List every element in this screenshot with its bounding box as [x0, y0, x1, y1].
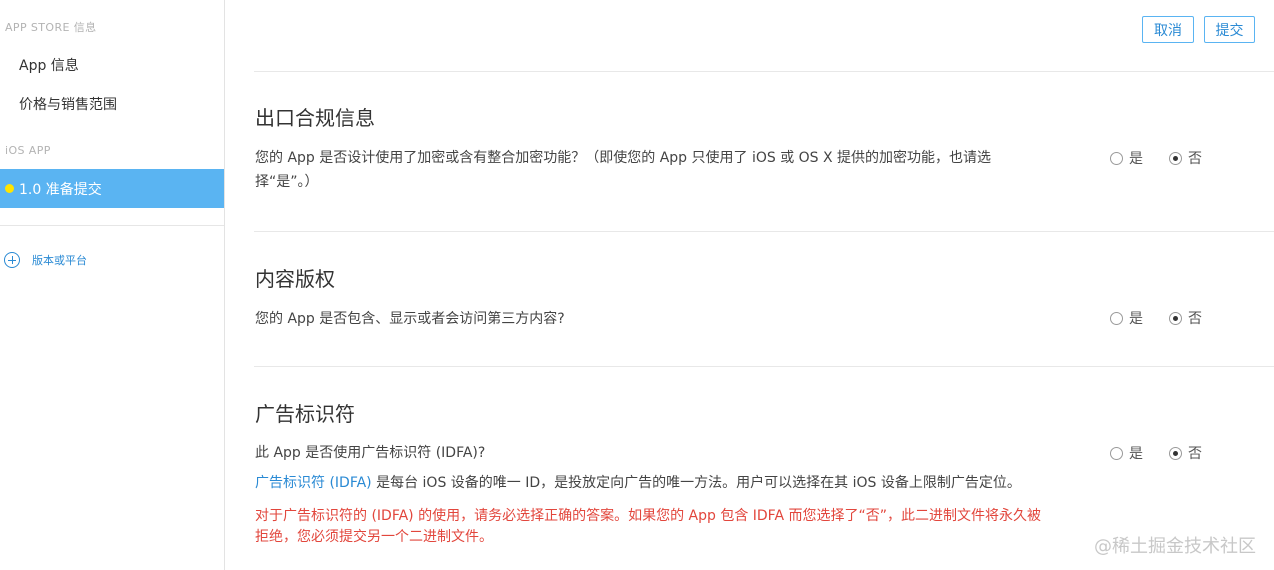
divider [254, 71, 1274, 72]
sidebar-item-pricing[interactable]: 价格与销售范围 [19, 94, 117, 114]
idfa-note: 广告标识符 (IDFA) 是每台 iOS 设备的唯一 ID，是投放定向广告的唯一… [255, 472, 1021, 492]
idfa-note-text: 是每台 iOS 设备的唯一 ID，是投放定向广告的唯一方法。用户可以选择在其 i… [371, 475, 1021, 491]
sidebar-heading-app-store: APP STORE 信息 [5, 21, 97, 34]
content-question: 您的 App 是否包含、显示或者会访问第三方内容? [255, 311, 565, 327]
export-no-label: 否 [1188, 151, 1202, 167]
submit-button[interactable]: 提交 [1204, 16, 1255, 43]
divider [254, 231, 1274, 232]
export-question: 您的 App 是否设计使用了加密或含有整合加密功能？（即使您的 App 只使用了… [255, 146, 991, 194]
idfa-warning: 对于广告标识符的 (IDFA) 的使用，请务必选择正确的答案。如果您的 App … [255, 506, 1095, 548]
section-title-content-rights: 内容版权 [255, 267, 335, 291]
idfa-radio-group: 是 否 [1110, 443, 1202, 463]
idfa-no-radio[interactable] [1169, 446, 1182, 460]
export-question-line1: 您的 App 是否设计使用了加密或含有整合加密功能？（即使您的 App 只使用了… [255, 150, 992, 166]
sidebar-item-app-info[interactable]: App 信息 [19, 55, 79, 75]
sidebar: APP STORE 信息 App 信息 价格与销售范围 iOS APP 1.0 … [0, 0, 225, 570]
export-yes-label: 是 [1129, 151, 1143, 167]
idfa-yes-label: 是 [1129, 446, 1143, 462]
export-no-radio[interactable] [1169, 151, 1182, 165]
add-version-platform-button[interactable]: 版本或平台 [4, 252, 87, 268]
section-title-export-compliance: 出口合规信息 [255, 106, 375, 130]
export-yes-radio[interactable] [1110, 151, 1123, 165]
add-version-platform-label: 版本或平台 [32, 254, 87, 267]
sidebar-heading-ios-app: iOS APP [5, 144, 51, 157]
idfa-question: 此 App 是否使用广告标识符 (IDFA)? [255, 445, 486, 461]
divider [254, 366, 1274, 367]
sidebar-item-version-active[interactable]: 1.0 准备提交 [0, 169, 224, 208]
idfa-yes-radio[interactable] [1110, 446, 1123, 460]
content-no-radio[interactable] [1169, 311, 1182, 325]
content-radio-group: 是 否 [1110, 308, 1202, 328]
idfa-no-label: 否 [1188, 446, 1202, 462]
content-yes-radio[interactable] [1110, 311, 1123, 325]
section-title-idfa: 广告标识符 [255, 402, 355, 426]
idfa-warning-line2: 拒绝，您必须提交另一个二进制文件。 [255, 529, 493, 545]
content-no-label: 否 [1188, 311, 1202, 327]
cancel-button[interactable]: 取消 [1142, 16, 1194, 43]
sidebar-divider [0, 225, 224, 226]
sidebar-item-version-label: 1.0 准备提交 [19, 181, 102, 198]
idfa-info-link[interactable]: 广告标识符 (IDFA) [255, 475, 372, 491]
content-yes-label: 是 [1129, 311, 1143, 327]
plus-circle-icon [4, 252, 20, 268]
idfa-warning-line1: 对于广告标识符的 (IDFA) 的使用，请务必选择正确的答案。如果您的 App … [255, 508, 1041, 524]
status-dot-icon [5, 184, 14, 193]
watermark: @稀土掘金技术社区 [1094, 536, 1256, 557]
export-radio-group: 是 否 [1110, 148, 1202, 168]
export-question-line2: 择“是”。） [255, 174, 319, 190]
